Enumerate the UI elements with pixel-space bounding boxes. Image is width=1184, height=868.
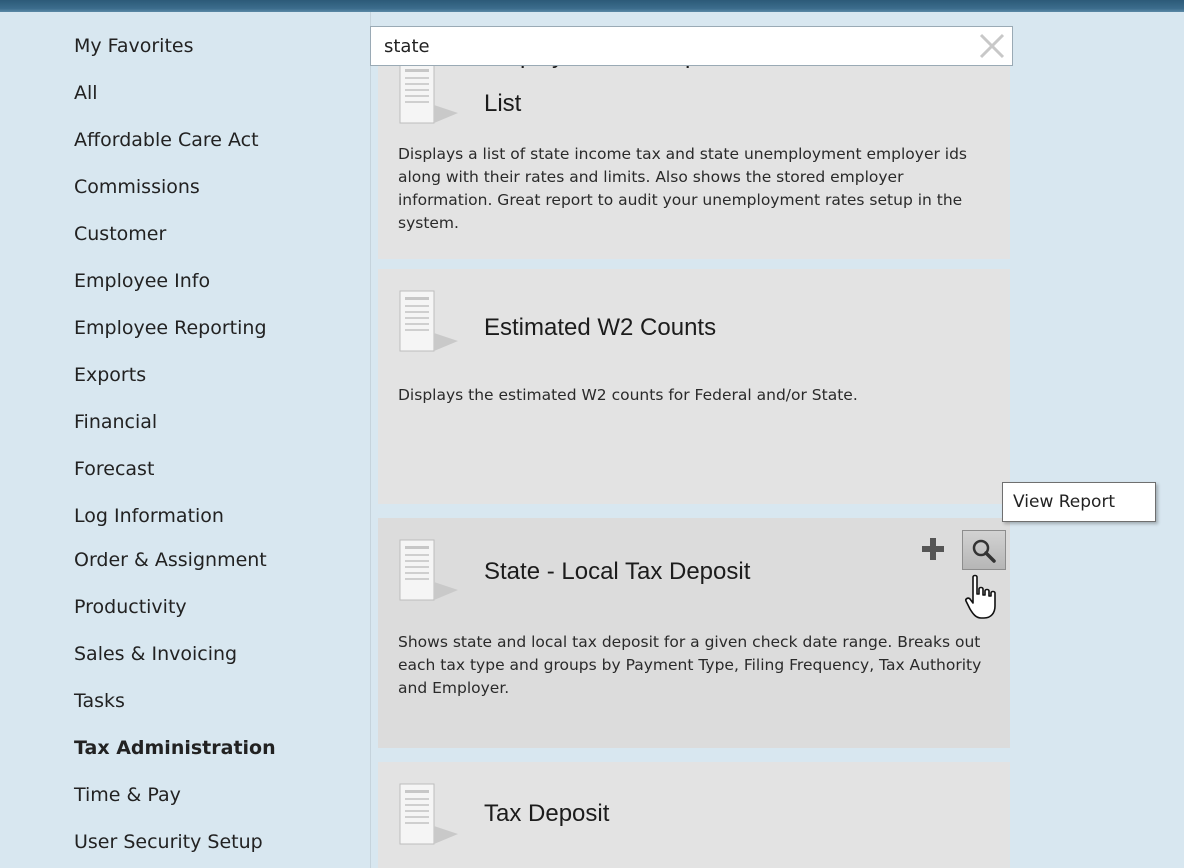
report-title-clipped: Employer Tax Setup Verification: [484, 66, 822, 70]
sidebar-item-employee-reporting[interactable]: Employee Reporting: [74, 313, 267, 343]
report-card[interactable]: Estimated W2 Counts Displays the estimat…: [378, 269, 1010, 504]
report-description: Displays the estimated W2 counts for Fed…: [398, 386, 858, 404]
report-document-icon: [399, 539, 458, 601]
sidebar-item-tax-administration[interactable]: Tax Administration: [74, 733, 276, 763]
sidebar-item-productivity[interactable]: Productivity: [74, 592, 187, 622]
close-x-icon[interactable]: [976, 30, 1008, 62]
sidebar-item-exports[interactable]: Exports: [74, 360, 146, 390]
sidebar-item-employee-info[interactable]: Employee Info: [74, 266, 210, 296]
report-title[interactable]: State - Local Tax Deposit: [484, 558, 750, 586]
sidebar-item-forecast[interactable]: Forecast: [74, 454, 154, 484]
report-search-box: [370, 26, 1013, 66]
sidebar-item-my-favorites[interactable]: My Favorites: [74, 31, 194, 61]
report-title[interactable]: Estimated W2 Counts: [484, 314, 716, 342]
add-to-favorites-plus-icon[interactable]: [920, 536, 946, 562]
sidebar-divider: [370, 12, 371, 868]
report-results-list: Employer Tax Setup Verification List Dis…: [378, 66, 1012, 868]
report-title[interactable]: List: [484, 90, 521, 118]
report-search-input[interactable]: [371, 27, 974, 65]
sidebar-item-customer[interactable]: Customer: [74, 219, 166, 249]
sidebar-item-sales-invoicing[interactable]: Sales & Invoicing: [74, 639, 237, 669]
report-document-icon: [399, 290, 458, 352]
report-description: Displays a list of state income tax and …: [398, 145, 968, 232]
sidebar-item-time-pay[interactable]: Time & Pay: [74, 780, 181, 810]
sidebar-item-user-security-setup[interactable]: User Security Setup: [74, 827, 263, 857]
hand-pointer-icon: [965, 574, 996, 619]
report-card-hovered[interactable]: State - Local Tax Deposit Shows state an…: [378, 518, 1010, 748]
report-title[interactable]: Tax Deposit: [484, 800, 609, 828]
category-sidebar: My Favorites All Affordable Care Act Com…: [0, 22, 370, 868]
report-document-icon: [399, 66, 458, 124]
magnifier-icon: [972, 539, 996, 563]
sidebar-item-log-information[interactable]: Log Information: [74, 501, 224, 531]
sidebar-item-commissions[interactable]: Commissions: [74, 172, 200, 202]
report-card[interactable]: Tax Deposit: [378, 762, 1010, 868]
sidebar-item-affordable-care-act[interactable]: Affordable Care Act: [74, 125, 259, 155]
report-document-icon: [399, 783, 458, 845]
view-report-tooltip: View Report: [1002, 482, 1156, 522]
sidebar-item-all[interactable]: All: [74, 78, 98, 108]
view-report-button[interactable]: [962, 530, 1006, 570]
sidebar-item-tasks[interactable]: Tasks: [74, 686, 125, 716]
sidebar-item-financial[interactable]: Financial: [74, 407, 157, 437]
report-card[interactable]: Employer Tax Setup Verification List Dis…: [378, 66, 1010, 259]
top-bar: [0, 0, 1184, 12]
report-description: Shows state and local tax deposit for a …: [398, 633, 982, 697]
sidebar-item-order-assignment[interactable]: Order & Assignment: [74, 545, 267, 575]
